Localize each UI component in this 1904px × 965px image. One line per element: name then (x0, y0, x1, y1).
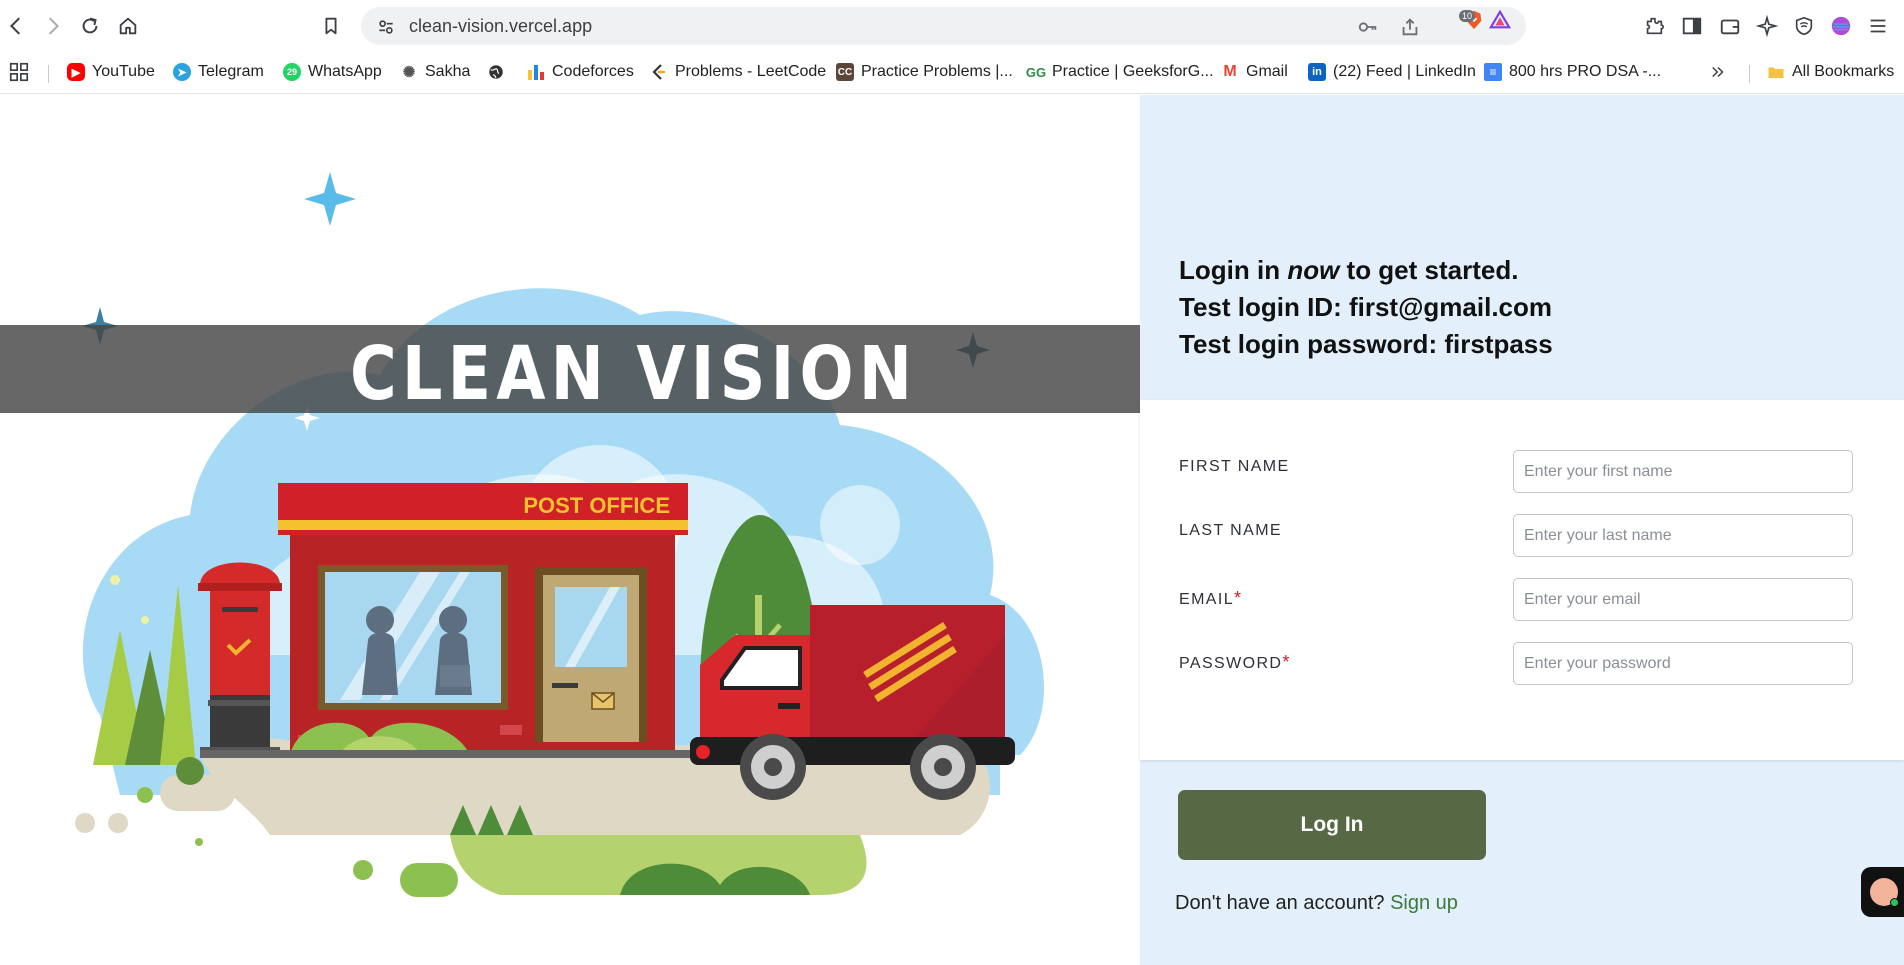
apps-grid-icon[interactable] (8, 61, 30, 83)
bookmark-label: Telegram (198, 63, 264, 80)
test-login-id: Test login ID: first@gmail.com (1179, 292, 1553, 322)
wallet-icon[interactable] (1718, 14, 1742, 38)
key-icon[interactable] (1357, 16, 1379, 38)
forward-icon[interactable] (39, 12, 67, 40)
bookmark-youtube[interactable]: ▶ YouTube (67, 61, 155, 83)
brave-rewards-icon[interactable] (1489, 9, 1511, 31)
signup-link[interactable]: Sign up (1390, 892, 1458, 914)
sakha-icon: ✺ (400, 63, 418, 81)
email-input[interactable] (1513, 578, 1853, 621)
post-office-illustration: POST OFFICE (75, 172, 1044, 897)
bookmark-linkedin[interactable]: in (22) Feed | LinkedIn (1308, 61, 1476, 83)
extensions-icon[interactable] (1642, 14, 1666, 38)
folder-icon (1767, 63, 1785, 81)
bookmark-telegram[interactable]: ➤ Telegram (173, 61, 264, 83)
login-panel: Login in now to get started. Test login … (1140, 95, 1904, 965)
bookmark-label: Practice | GeeksforG... (1052, 63, 1214, 80)
leetcode-icon (650, 63, 668, 81)
signup-row: Don't have an account? Sign up (1175, 892, 1458, 915)
bookmark-label: 800 hrs PRO DSA -... (1509, 63, 1662, 80)
bookmark-label: WhatsApp (308, 63, 382, 80)
page: POST OFFICE CLEAN VISION Login in now to… (0, 95, 1904, 965)
password-input[interactable] (1513, 642, 1853, 685)
url-text[interactable]: clean-vision.vercel.app (409, 16, 592, 37)
bookmark-page-icon[interactable] (317, 12, 345, 40)
signup-prompt: Don't have an account? (1175, 892, 1385, 914)
bookmark-label: Sakha (425, 63, 471, 80)
first-name-input[interactable] (1513, 450, 1853, 493)
linkedin-icon: in (1308, 63, 1326, 81)
hero-section: POST OFFICE CLEAN VISION (0, 95, 1140, 965)
bookmark-label: (22) Feed | LinkedIn (1333, 63, 1476, 80)
sidebar-icon[interactable] (1680, 14, 1704, 38)
last-name-input[interactable] (1513, 514, 1853, 557)
bookmarks-divider (1749, 65, 1750, 83)
bookmark-docs[interactable]: ≡ 800 hrs PRO DSA -... (1484, 61, 1661, 83)
bookmark-globe[interactable] (487, 61, 505, 83)
docs-icon: ≡ (1484, 63, 1502, 81)
bookmark-label: Gmail (1246, 63, 1288, 80)
site-title: CLEAN VISION (350, 331, 918, 417)
post-office-sign: POST OFFICE (523, 493, 670, 518)
bookmark-label: All Bookmarks (1792, 63, 1895, 80)
gmail-icon: M (1223, 63, 1237, 80)
online-status-icon (1890, 898, 1899, 907)
login-form: FIRST NAME LAST NAME EMAIL* PASSWORD* (1140, 400, 1904, 760)
telegram-icon: ➤ (173, 63, 191, 81)
site-settings-icon[interactable] (375, 16, 397, 38)
home-icon[interactable] (114, 12, 142, 40)
password-label: PASSWORD* (1179, 652, 1291, 672)
codechef-icon: CC (836, 63, 854, 81)
bookmark-codechef[interactable]: CC Practice Problems |... (836, 61, 1013, 83)
codeforces-icon (527, 63, 545, 81)
profile-avatar-icon[interactable] (1829, 14, 1853, 38)
more-bookmarks-icon[interactable] (1709, 61, 1727, 83)
bookmark-codeforces[interactable]: Codeforces (527, 61, 634, 83)
test-login-password: Test login password: firstpass (1179, 329, 1553, 359)
required-asterisk: * (1282, 652, 1291, 672)
leo-ai-icon[interactable] (1755, 14, 1779, 38)
bookmark-label: Problems - LeetCode (675, 63, 827, 80)
whatsapp-icon: 29 (283, 63, 301, 81)
bookmark-label: YouTube (92, 63, 155, 80)
floating-widget-button[interactable] (1861, 867, 1904, 917)
login-intro: Login in now to get started. Test login … (1179, 252, 1553, 363)
globe-icon (487, 63, 505, 81)
back-icon[interactable] (2, 12, 30, 40)
address-bar[interactable]: clean-vision.vercel.app (361, 7, 1526, 45)
hero-banner: CLEAN VISION (0, 325, 1140, 417)
first-name-label: FIRST NAME (1179, 458, 1290, 475)
bookmark-geeksforgeeks[interactable]: GG Practice | GeeksforG... (1025, 61, 1214, 83)
bookmark-label: Practice Problems |... (861, 63, 1013, 80)
bookmark-label: Codeforces (552, 63, 634, 80)
menu-icon[interactable] (1866, 14, 1890, 38)
bookmarks-divider (48, 65, 49, 83)
last-name-label: LAST NAME (1179, 522, 1282, 539)
bookmark-whatsapp[interactable]: 29 WhatsApp (283, 61, 382, 83)
required-asterisk: * (1234, 588, 1243, 608)
bookmark-sakha[interactable]: ✺ Sakha (400, 61, 470, 83)
browser-toolbar: clean-vision.vercel.app 10 (0, 0, 1904, 52)
login-button[interactable]: Log In (1178, 790, 1486, 860)
shield-count-badge: 10 (1459, 10, 1476, 22)
bookmarks-bar: ▶ YouTube ➤ Telegram 29 WhatsApp ✺ Sakha… (0, 52, 1904, 94)
intro-line-1: Login in now to get started. (1179, 255, 1519, 285)
youtube-icon: ▶ (67, 63, 85, 81)
bookmark-gmail[interactable]: M Gmail (1221, 61, 1288, 83)
all-bookmarks-folder[interactable]: All Bookmarks (1767, 61, 1894, 83)
bookmark-leetcode[interactable]: Problems - LeetCode (650, 61, 826, 83)
geeksforgeeks-icon: GG (1025, 64, 1047, 80)
email-label: EMAIL* (1179, 588, 1243, 608)
vpn-shield-icon[interactable] (1792, 14, 1816, 38)
reload-icon[interactable] (76, 12, 104, 40)
share-icon[interactable] (1399, 16, 1421, 38)
